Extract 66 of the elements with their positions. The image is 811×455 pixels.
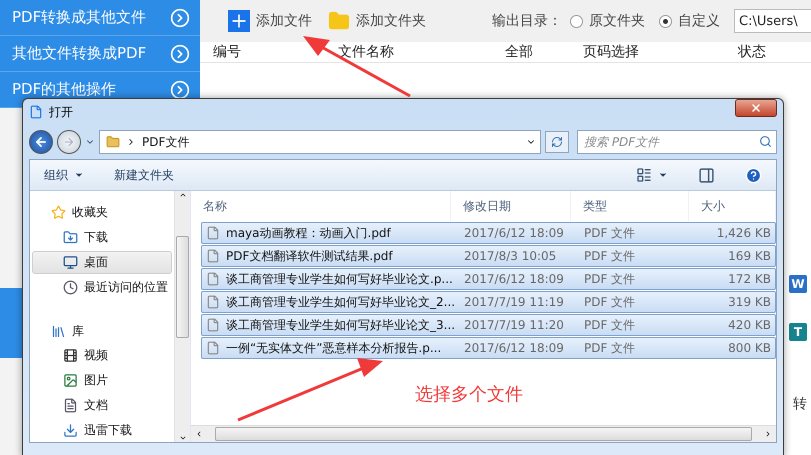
nav-item[interactable]: 桌面 [32, 250, 172, 274]
file-size: 172 KB [727, 272, 772, 286]
sidebar-item-label: PDF转换成其他文件 [12, 8, 146, 27]
modified-date: 2017/6/12 18:09 [463, 272, 565, 286]
nav-item[interactable]: 最近访问的位置 [32, 276, 172, 298]
modified-date: 2017/7/19 11:20 [463, 318, 565, 332]
radio-label: 自定义 [678, 12, 720, 30]
file-name: 谈工商管理专业学生如何写好毕业论文_3... [202, 316, 462, 334]
sidebar-item-label: 其他文件转换成PDF [12, 44, 146, 63]
file-row[interactable]: 谈工商管理专业学生如何写好毕业论文_3... 2017/7/19 11:20 PDF 文件 420 KB [201, 314, 776, 336]
format-icon[interactable]: W [789, 275, 807, 293]
column-header: 状态 [738, 43, 767, 61]
modified-date: 2017/6/12 18:09 [463, 226, 565, 240]
file-name: 谈工商管理专业学生如何写好毕业论文.p... [202, 270, 462, 288]
column-header[interactable]: 大小 [689, 191, 776, 221]
file-row[interactable]: 一例“无实体文件”恶意样本分析报告.p... 2017/6/12 18:09 PDF 文件 800 KB [201, 337, 776, 359]
nav-item[interactable]: 下载 [32, 226, 172, 249]
column-header: 页码选择 [583, 43, 640, 61]
side-text: 转 [793, 395, 807, 413]
search-field[interactable]: 搜索 PDF文件 [577, 130, 777, 154]
file-row[interactable]: maya动画教程：动画入门.pdf 2017/6/12 18:09 PDF 文件 1,426 KB [201, 222, 776, 244]
file-row[interactable]: 谈工商管理专业学生如何写好毕业论文_2... 2017/7/19 11:19 PDF 文件 319 KB [201, 291, 776, 313]
column-header: 全部 [505, 43, 534, 61]
file-size: 800 KB [727, 341, 772, 355]
add-file-button[interactable]: 添加文件 [228, 10, 312, 32]
file-name: PDF文档翻译软件测试结果.pdf [202, 248, 462, 264]
column-header[interactable]: 修改日期 [451, 191, 571, 221]
column-header[interactable]: 类型 [571, 191, 689, 221]
modified-date: 2017/6/12 18:09 [463, 341, 565, 355]
file-size: 319 KB [727, 295, 772, 309]
sidebar-item[interactable]: PDF转换成其他文件 [0, 0, 200, 36]
add-folder-button[interactable]: 添加文件夹 [328, 10, 426, 32]
nav-item[interactable]: 文档 [32, 394, 172, 418]
file-row[interactable]: 谈工商管理专业学生如何写好毕业论文.p... 2017/6/12 18:09 PDF 文件 172 KB [201, 268, 776, 290]
nav-item[interactable]: 库 [32, 320, 172, 342]
modified-date: 2017/7/19 11:19 [463, 295, 565, 309]
column-header: 编号 [213, 43, 242, 61]
file-size: 1,426 KB [716, 226, 772, 240]
sidebar-item[interactable]: 其他文件转换成PDF [0, 36, 200, 72]
nav-item[interactable]: 图片 [32, 369, 172, 392]
modified-date: 2017/8/3 10:05 [463, 249, 558, 263]
file-size: 169 KB [727, 249, 772, 263]
file-name: 一例“无实体文件”恶意样本分析报告.p... [202, 340, 462, 356]
file-type: PDF 文件 [583, 248, 636, 264]
file-type: PDF 文件 [583, 294, 636, 310]
sidebar-item-label: PDF的其他操作 [12, 80, 116, 99]
nav-item[interactable]: 视频 [32, 344, 172, 368]
output-label: 输出目录： [492, 12, 562, 30]
annotation-text: 选择多个文件 [415, 383, 523, 406]
file-name: maya动画教程：动画入门.pdf [202, 224, 462, 242]
organize-menu-button[interactable]: 组织 [44, 166, 84, 184]
nav-item[interactable]: 收藏夹 [32, 201, 172, 224]
radio-label: 原文件夹 [589, 12, 645, 30]
column-header[interactable]: 名称 [191, 191, 451, 221]
file-type: PDF 文件 [583, 316, 636, 334]
file-type: PDF 文件 [583, 340, 636, 356]
file-type: PDF 文件 [583, 224, 636, 242]
file-row[interactable]: PDF文档翻译软件测试结果.pdf 2017/8/3 10:05 PDF 文件 169 KB [201, 245, 776, 267]
file-name: 谈工商管理专业学生如何写好毕业论文_2... [202, 294, 462, 310]
nav-item[interactable]: 迅雷下载 [32, 419, 172, 442]
new-folder-button[interactable]: 新建文件夹 [114, 166, 174, 184]
file-type: PDF 文件 [583, 270, 636, 288]
address-bar[interactable]: PDF文件 [99, 130, 541, 154]
path-field[interactable]: C:\Users\ [734, 9, 811, 33]
file-size: 420 KB [727, 318, 772, 332]
format-icon[interactable]: T [789, 323, 807, 341]
